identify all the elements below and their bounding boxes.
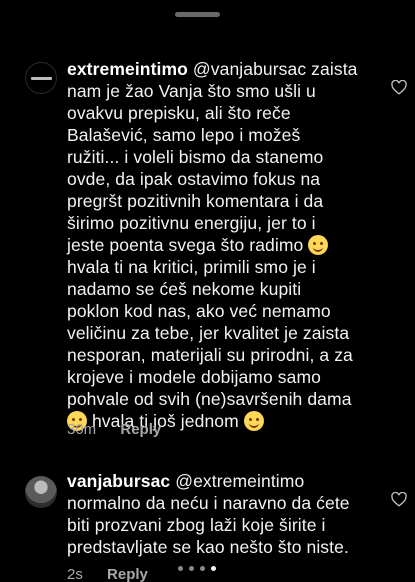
comment-username[interactable]: extremeintimo — [67, 59, 188, 79]
comment-line: širimo pozitivnu energiju, jer to i — [67, 213, 316, 233]
reply-button[interactable]: Reply — [107, 566, 148, 582]
reply-button[interactable]: Reply — [120, 421, 161, 438]
avatar[interactable] — [25, 62, 57, 94]
comment-line: ovakvu prepisku, ali što reče — [67, 103, 291, 123]
heart-icon[interactable] — [391, 492, 407, 507]
comment-line: pohvale od svih (ne)savršenih dama — [67, 389, 352, 409]
avatar[interactable] — [25, 476, 57, 508]
hugging-face-emoji — [308, 235, 329, 255]
comment-line: hvala ti na kritici, primili smo je i — [67, 257, 316, 277]
comment-timestamp: 2s — [67, 566, 83, 582]
comment-line: nesporan, materijali su prirodni, a za — [67, 345, 353, 365]
typing-indicator — [178, 566, 216, 571]
comment-line: @extremeintimo — [175, 471, 305, 491]
comment-line: veličinu za tebe, jer kvalitet je zaista — [67, 323, 350, 343]
comment-line: nadamo se ćeš nekome kupiti — [67, 279, 302, 299]
indicator-dot — [211, 566, 216, 571]
hugging-face-emoji — [243, 411, 264, 431]
comment-line: @vanjabursac zaista — [192, 59, 358, 79]
comment-line: biti prozvani zbog laži koje širite i — [67, 515, 326, 535]
sheet-drag-handle[interactable] — [175, 12, 220, 17]
indicator-dot — [189, 566, 194, 571]
comment-line: pregršt pozitivnih komentara i da — [67, 191, 324, 211]
comment-line: Balašević, samo lepo i možeš — [67, 125, 301, 145]
heart-icon[interactable] — [391, 80, 407, 95]
indicator-dot — [200, 566, 205, 571]
comment-line: nam je žao Vanja što smo ušli u — [67, 81, 316, 101]
comment-line: ovde, da ipak ostavimo fokus na — [67, 169, 321, 189]
comment-meta: 2s Reply — [67, 566, 148, 582]
comment-text: extremeintimo @vanjabursac zaista nam je… — [67, 58, 367, 432]
comment-line: jeste poenta svega što radimo — [67, 235, 304, 255]
comment-meta: 30m Reply — [67, 421, 161, 438]
comment-username[interactable]: vanjabursac — [67, 471, 170, 491]
comment-line: normalno da neću i naravno da ćete — [67, 493, 350, 513]
comment-line: krojeve i modele dobijamo samo — [67, 367, 321, 387]
comment-timestamp: 30m — [67, 421, 97, 438]
brand-logo — [31, 77, 52, 80]
comment-line: predstavljate se kao nešto što niste. — [67, 537, 349, 557]
comment-text: vanjabursac @extremeintimo normalno da n… — [67, 470, 367, 558]
comment-line: ružiti... i voleli bismo da stanemo — [67, 147, 324, 167]
comment-line: poklon kod nas, ako već nemamo — [67, 301, 331, 321]
indicator-dot — [178, 566, 183, 571]
